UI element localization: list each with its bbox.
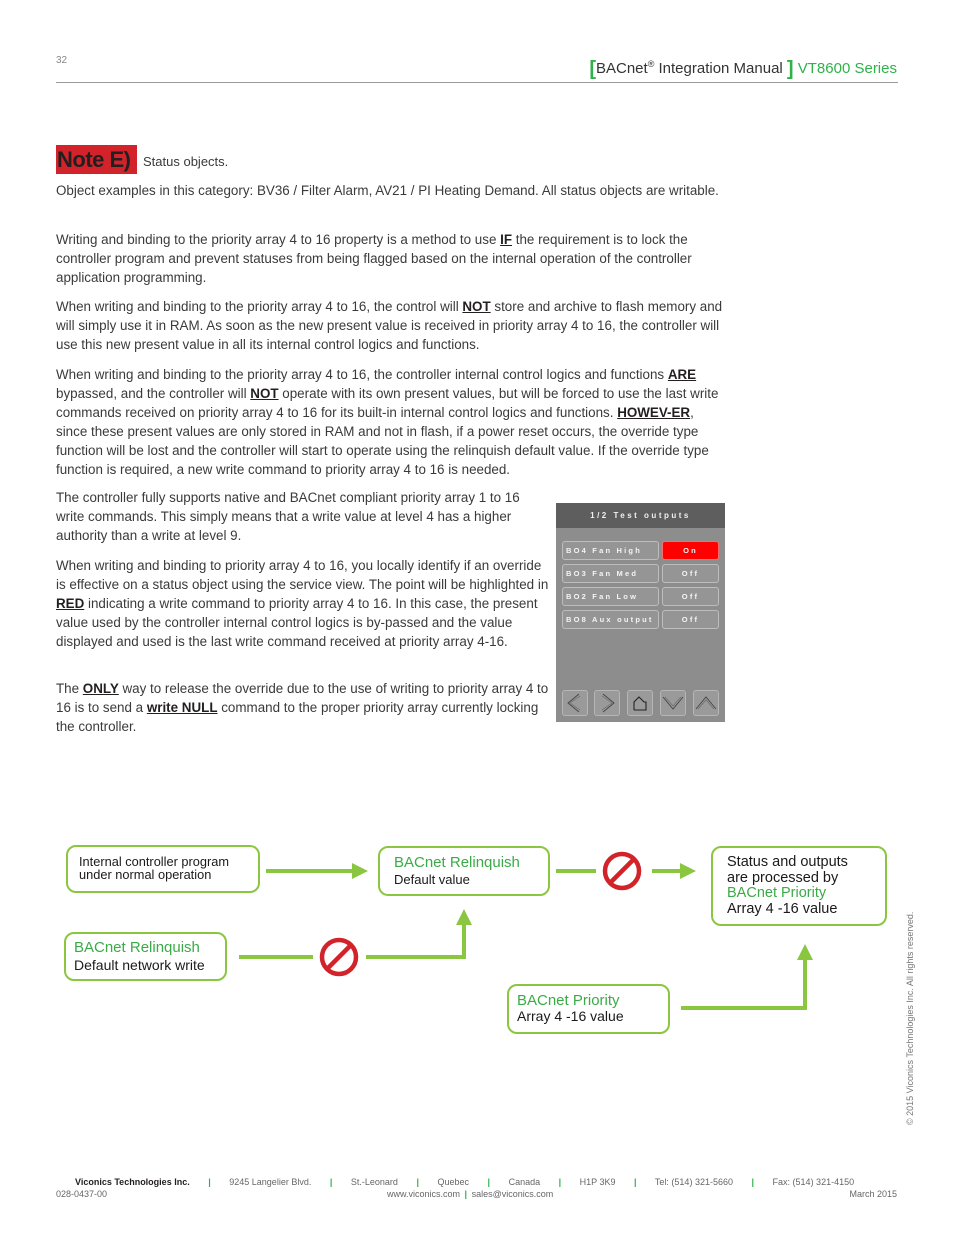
website-link[interactable]: www.viconics.com bbox=[387, 1189, 460, 1199]
arrow-block-to-relinquish bbox=[366, 909, 472, 959]
flow-text: Default value bbox=[394, 872, 470, 887]
prohibited-icon bbox=[602, 851, 642, 891]
fax: Fax: (514) 321-4150 bbox=[772, 1177, 855, 1187]
flow-title: BACnet Priority bbox=[517, 992, 620, 1009]
flow-text: Array 4 -16 value bbox=[727, 901, 838, 918]
publication-date: March 2015 bbox=[849, 1189, 897, 1199]
telephone: Tel: (514) 321-5660 bbox=[654, 1177, 733, 1187]
city: St.-Leonard bbox=[350, 1177, 398, 1187]
flow-text: Status and outputs bbox=[727, 854, 848, 870]
flow-text: Default network write bbox=[74, 957, 205, 973]
province: Quebec bbox=[437, 1177, 470, 1187]
country: Canada bbox=[508, 1177, 541, 1187]
separator: | bbox=[558, 1177, 562, 1187]
flow-title: BACnet Relinquish bbox=[394, 854, 520, 871]
document-number: 028-0437-00 bbox=[56, 1189, 108, 1199]
postal-code: H1P 3K9 bbox=[579, 1177, 616, 1187]
separator: | bbox=[208, 1177, 211, 1187]
flow-box-relinquish-network: BACnet Relinquish Default network write bbox=[64, 932, 227, 981]
copyright-notice: © 2015 Viconics Technologies Inc. All ri… bbox=[905, 911, 915, 1125]
company-name: Viconics Technologies Inc. bbox=[75, 1177, 190, 1187]
flow-box-priority-array: BACnet Priority Array 4 -16 value bbox=[507, 984, 670, 1034]
footer-line-1: Viconics Technologies Inc. | 9245 Langel… bbox=[75, 1177, 854, 1187]
separator: | bbox=[416, 1177, 419, 1187]
separator: | bbox=[487, 1177, 491, 1187]
flow-box-relinquish-default: BACnet Relinquish Default value bbox=[378, 846, 550, 896]
flow-box-internal-program: Internal controller program under normal… bbox=[66, 845, 260, 893]
flow-box-status-outputs: Status and outputs are processed by BACn… bbox=[711, 846, 887, 926]
separator: | bbox=[751, 1177, 755, 1187]
email-link[interactable]: sales@viconics.com bbox=[472, 1189, 554, 1199]
separator: | bbox=[464, 1189, 468, 1199]
flow-title: BACnet Priority bbox=[727, 885, 827, 902]
flow-text: are processed by bbox=[727, 869, 839, 886]
prohibited-icon bbox=[319, 937, 359, 977]
address: 9245 Langelier Blvd. bbox=[229, 1177, 312, 1187]
separator: | bbox=[329, 1177, 333, 1187]
footer-contact: www.viconics.com | sales@viconics.com bbox=[387, 1189, 553, 1199]
separator: | bbox=[634, 1177, 637, 1187]
flow-text: Array 4 -16 value bbox=[517, 1008, 624, 1024]
flow-title: BACnet Relinquish bbox=[74, 939, 200, 956]
flow-text: under normal operation bbox=[79, 867, 212, 882]
arrow-priority-to-status bbox=[681, 944, 813, 1010]
flow-connectors bbox=[239, 851, 813, 1010]
